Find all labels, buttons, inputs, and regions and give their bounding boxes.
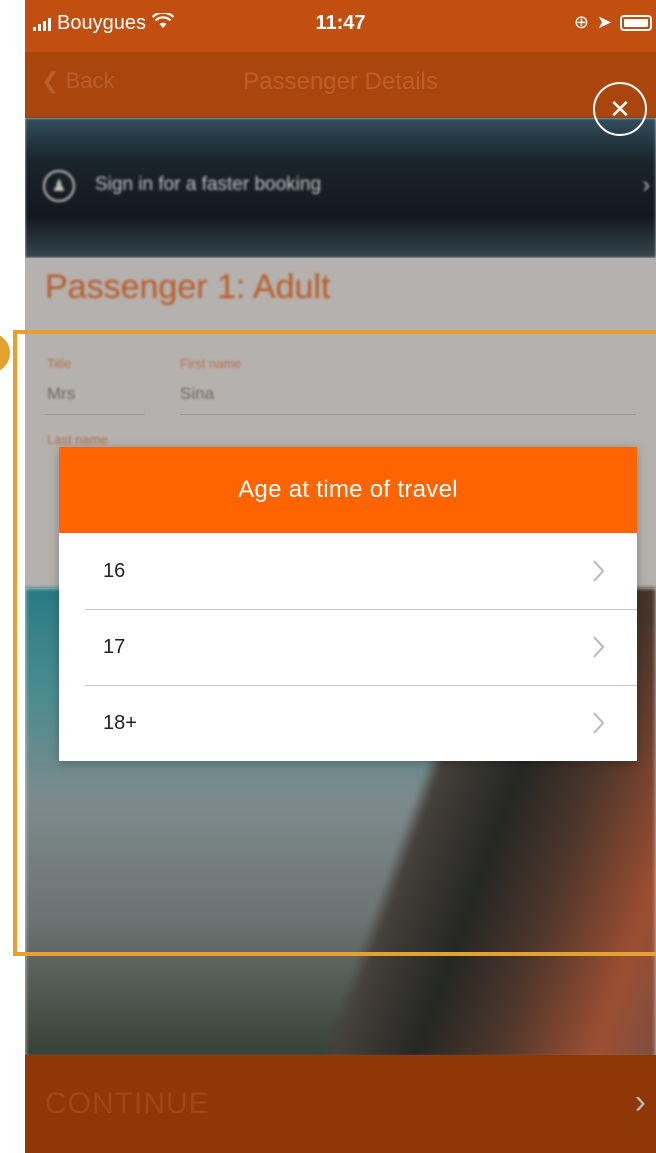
battery-icon xyxy=(620,14,652,31)
status-bar: Bouygues 11:47 ⊕ ➤ xyxy=(25,0,656,52)
chevron-right-icon xyxy=(593,560,605,582)
chevron-right-icon xyxy=(593,712,605,734)
option-label: 16 xyxy=(103,559,126,582)
highlight-marker xyxy=(0,333,10,373)
modal-title: Age at time of travel xyxy=(59,447,637,533)
option-label: 17 xyxy=(103,635,126,658)
status-right: ⊕ ➤ xyxy=(574,12,652,33)
rotation-lock-icon: ⊕ xyxy=(573,12,589,32)
option-label: 18+ xyxy=(103,711,137,734)
status-time: 11:47 xyxy=(315,12,366,34)
location-icon: ➤ xyxy=(596,12,612,32)
age-option-17[interactable]: 17 xyxy=(59,609,637,685)
age-option-18-plus[interactable]: 18+ xyxy=(59,685,637,761)
close-button[interactable]: ✕ xyxy=(593,82,647,136)
age-option-16[interactable]: 16 xyxy=(59,533,637,609)
chevron-right-icon xyxy=(593,636,605,658)
age-picker-modal: Age at time of travel 16 17 18+ xyxy=(59,447,637,761)
close-icon: ✕ xyxy=(609,93,631,124)
